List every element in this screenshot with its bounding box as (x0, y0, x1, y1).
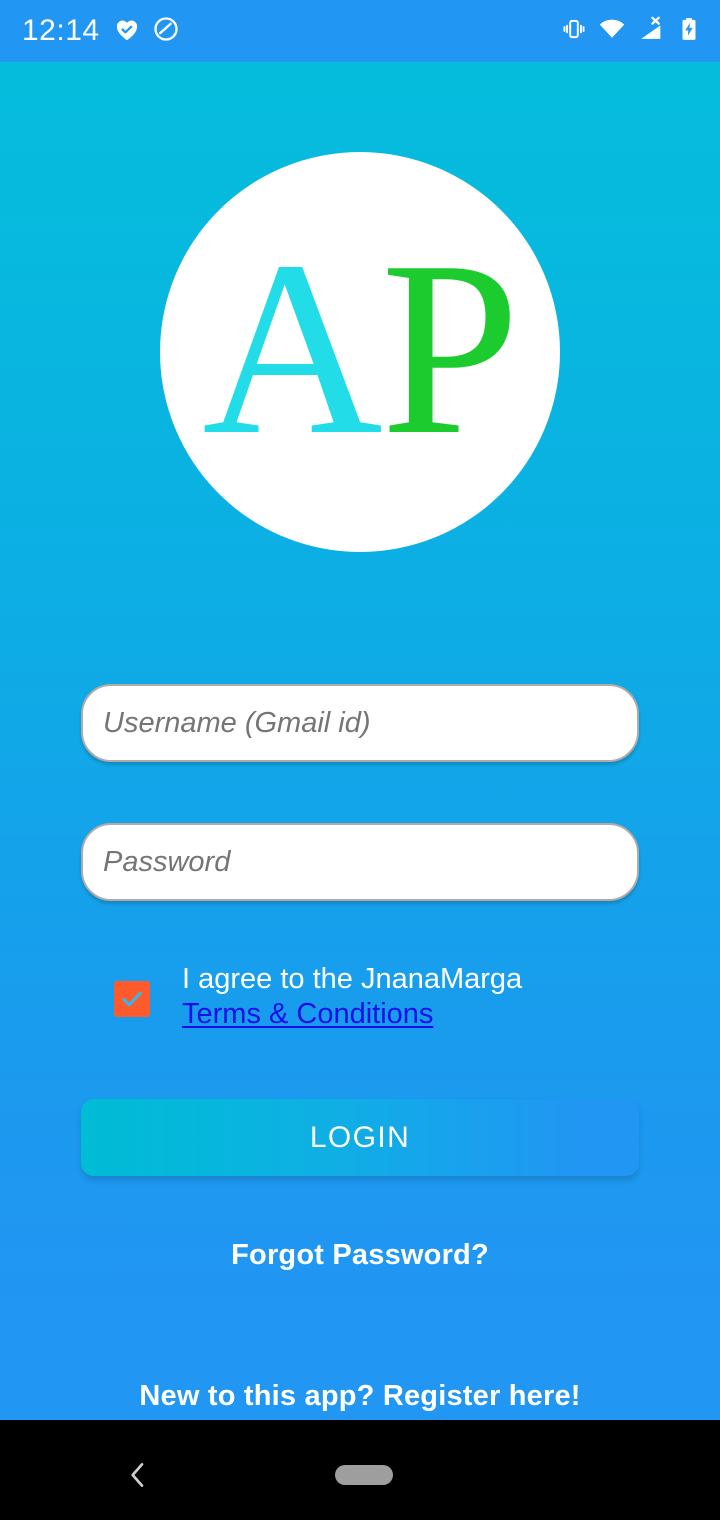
password-field[interactable] (81, 823, 639, 901)
chevron-left-icon[interactable] (122, 1459, 154, 1491)
home-pill-handle[interactable] (335, 1465, 393, 1485)
register-link[interactable]: New to this app? Register here! (0, 1380, 720, 1413)
heart-check-icon (112, 14, 142, 49)
login-button[interactable]: LOGIN (81, 1099, 639, 1176)
login-screen-content: AP I agree to the JnanaMarga Terms & Con… (0, 62, 720, 1420)
do-not-disturb-icon (152, 15, 180, 48)
no-sim-signal-icon (637, 15, 665, 48)
terms-checkbox[interactable] (114, 981, 150, 1017)
checkmark-icon (122, 991, 142, 1007)
logo-letter-a: A (202, 210, 383, 487)
status-bar: 12:14 (0, 0, 720, 62)
terms-agree-label: I agree to the JnanaMarga (182, 963, 523, 995)
username-input[interactable] (103, 686, 617, 760)
logo-letter-p: P (380, 210, 520, 487)
terms-and-conditions-link[interactable]: Terms & Conditions (182, 997, 433, 1032)
terms-agreement-row: I agree to the JnanaMarga Terms & Condit… (0, 962, 720, 1031)
vibrate-icon (561, 16, 587, 47)
wifi-icon (598, 15, 626, 48)
android-navigation-bar (0, 1430, 720, 1520)
app-logo-text: AP (202, 224, 520, 474)
forgot-password-link[interactable]: Forgot Password? (0, 1239, 720, 1272)
status-bar-clock: 12:14 (22, 14, 100, 47)
password-input[interactable] (103, 825, 617, 899)
status-bar-right-icons (561, 15, 702, 48)
phone-screen: 12:14 AP Username (Gmail id) I agree to … (0, 0, 720, 1520)
status-bar-left-icons (112, 14, 180, 49)
app-logo: AP (160, 152, 560, 552)
terms-text: I agree to the JnanaMarga Terms & Condit… (182, 962, 522, 1031)
username-field[interactable] (81, 684, 639, 762)
battery-charging-icon (676, 16, 702, 47)
